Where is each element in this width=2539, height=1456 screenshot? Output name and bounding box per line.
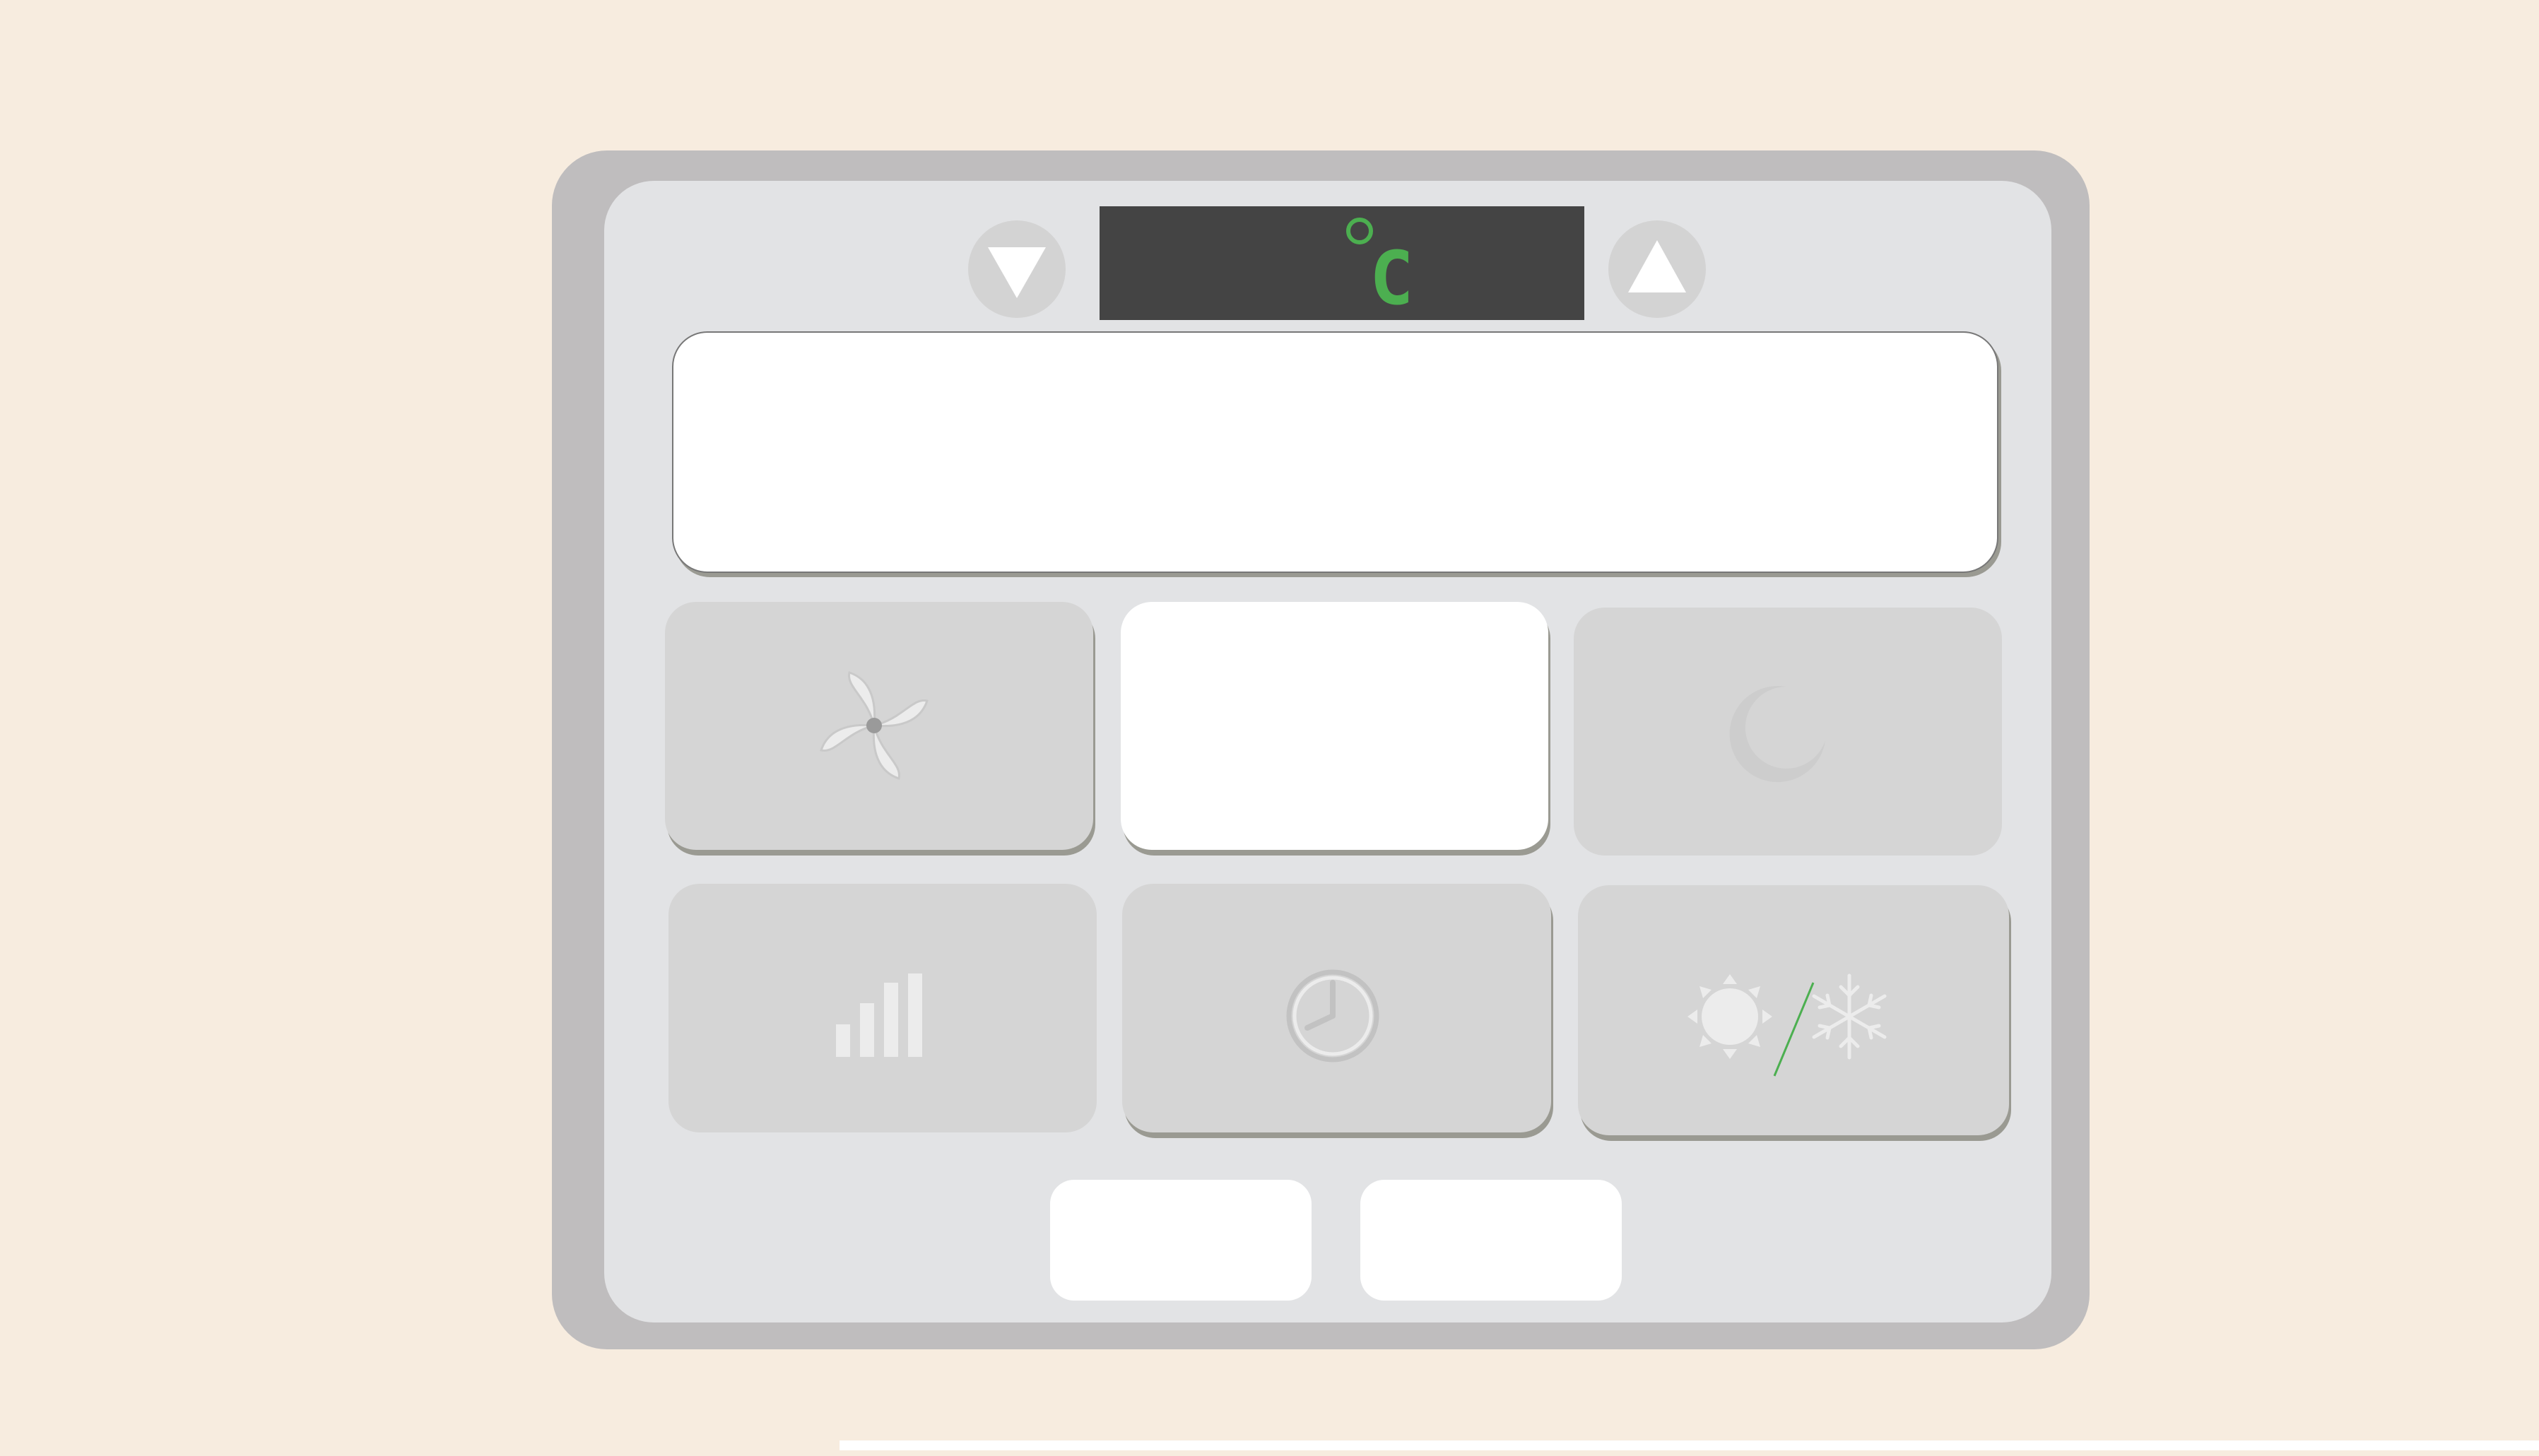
bottom-edge-strip [840, 1440, 2539, 1450]
signal-bars-icon [836, 973, 922, 1057]
triangle-down-icon [988, 247, 1046, 298]
temperature-down-button[interactable] [968, 220, 1066, 318]
fan-icon [820, 671, 929, 780]
triangle-up-icon [1628, 240, 1686, 292]
clock-icon [1286, 969, 1379, 1063]
lcd-display [1100, 206, 1584, 320]
blank-function-button[interactable] [1121, 602, 1548, 850]
fan-button[interactable] [665, 602, 1093, 850]
main-display-screen [672, 331, 1998, 573]
bottom-left-button[interactable] [1050, 1180, 1312, 1301]
fan-speed-button[interactable] [668, 884, 1097, 1132]
sun-snowflake-icon [1687, 973, 1887, 1077]
timer-button[interactable] [1122, 884, 1551, 1132]
mode-button[interactable] [1578, 885, 2009, 1135]
temperature-unit: C [1369, 235, 1414, 321]
sleep-button[interactable] [1574, 608, 2002, 856]
temperature-up-button[interactable] [1608, 220, 1706, 318]
bottom-right-button[interactable] [1360, 1180, 1622, 1301]
moon-icon [1729, 686, 1825, 783]
